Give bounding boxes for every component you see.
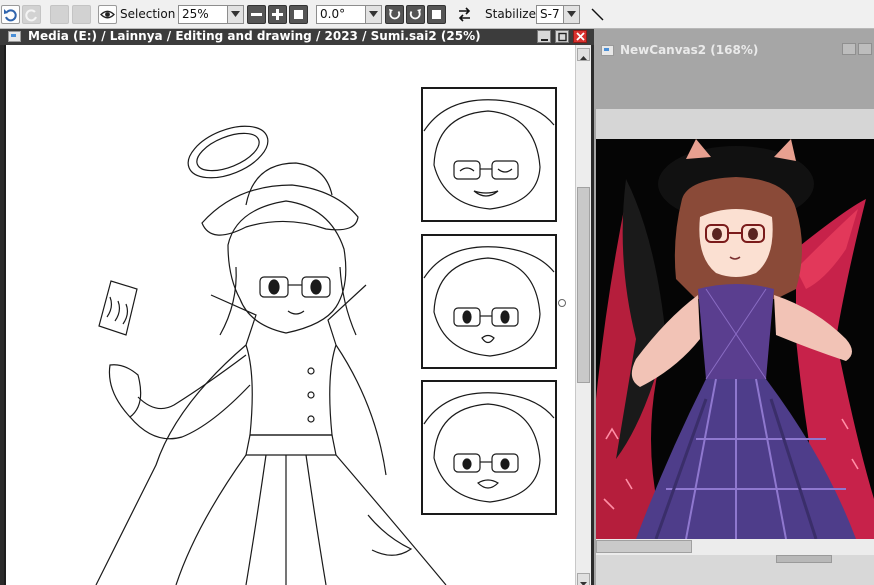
second-maximize-button[interactable] (858, 43, 872, 55)
pen-pressure-toggle[interactable] (588, 5, 607, 24)
rotate-left-button[interactable] (385, 5, 404, 24)
chevron-down-icon (365, 6, 381, 23)
deselect-button[interactable] (50, 5, 69, 24)
second-window-margin (596, 109, 874, 139)
main-window-title: Media (E:) / Lainnya / Editing and drawi… (28, 29, 481, 43)
chevron-down-icon (227, 6, 243, 23)
drawing-canvas[interactable] (4, 45, 575, 585)
vertical-scroll-thumb[interactable] (577, 187, 590, 383)
undo-button[interactable] (1, 5, 20, 24)
stabilizer-label: Stabilizer (485, 7, 541, 21)
selection-label: Selection (120, 7, 176, 21)
second-bottom-scroll-thumb[interactable] (776, 555, 832, 563)
invert-selection-button[interactable] (72, 5, 91, 24)
lineart-drawing (95, 87, 557, 585)
stabilizer-value: S-7 (540, 7, 560, 21)
scroll-up-button[interactable] (577, 48, 590, 61)
rotate-right-button[interactable] (406, 5, 425, 24)
canvas-window-icon (601, 45, 614, 56)
chevron-up-icon (578, 49, 589, 68)
flip-horizontal-button[interactable] (455, 5, 474, 24)
second-minimize-button[interactable] (842, 43, 856, 55)
zoom-reset-button[interactable] (289, 5, 308, 24)
main-canvas-window: Media (E:) / Lainnya / Editing and drawi… (0, 29, 594, 585)
colored-illustration-canvas[interactable] (596, 139, 874, 539)
paint-tool-app: Selection 25% 0.0° Stabilizer S-7 Media … (0, 0, 874, 585)
redo-button[interactable] (22, 5, 41, 24)
zoom-in-button[interactable] (268, 5, 287, 24)
main-toolbar: Selection 25% 0.0° Stabilizer S-7 (0, 0, 874, 29)
chevron-down-icon (563, 6, 579, 23)
scroll-down-button[interactable] (577, 573, 590, 585)
second-window-bottom-bar (596, 555, 874, 585)
chevron-down-icon (578, 574, 589, 585)
second-horizontal-scroll-thumb[interactable] (596, 540, 692, 553)
rotation-select[interactable]: 0.0° (316, 5, 382, 24)
vertical-scrollbar[interactable] (575, 45, 591, 585)
stabilizer-select[interactable]: S-7 (536, 5, 580, 24)
canvas-window-icon (8, 31, 21, 42)
colored-illustration (596, 139, 874, 539)
second-horizontal-scrollbar[interactable] (596, 539, 874, 555)
second-canvas-window: NewCanvas2 (168%) (594, 29, 874, 585)
rotation-handle[interactable] (558, 299, 566, 307)
zoom-value: 25% (182, 7, 209, 21)
rotation-value: 0.0° (320, 7, 346, 21)
zoom-select[interactable]: 25% (178, 5, 244, 24)
main-window-titlebar[interactable]: Media (E:) / Lainnya / Editing and drawi… (0, 29, 594, 45)
close-button[interactable] (573, 30, 587, 43)
maximize-button[interactable] (555, 30, 569, 43)
minimize-button[interactable] (537, 30, 551, 43)
view-selection-toggle[interactable] (98, 5, 117, 24)
rotation-reset-button[interactable] (427, 5, 446, 24)
second-window-title: NewCanvas2 (168%) (620, 43, 759, 57)
zoom-out-button[interactable] (247, 5, 266, 24)
second-window-titlebar[interactable]: NewCanvas2 (168%) (594, 43, 874, 59)
